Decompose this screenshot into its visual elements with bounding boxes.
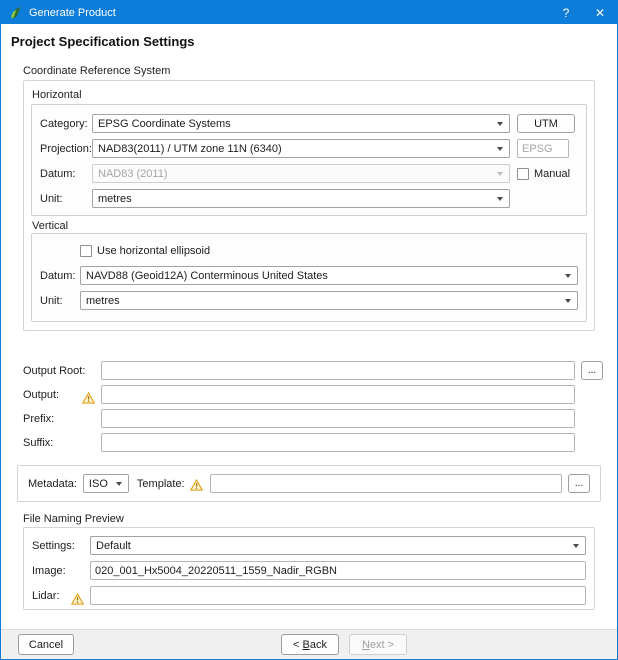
- file-naming-groupbox: Settings: Default Image: Lidar:: [23, 527, 595, 610]
- datum-label: Datum:: [40, 168, 92, 180]
- vertical-unit-row: Unit: metres: [40, 291, 578, 310]
- close-button[interactable]: ✕: [583, 1, 617, 24]
- image-label: Image:: [32, 565, 66, 577]
- warning-icon: [71, 593, 84, 605]
- output-root-browse-button[interactable]: ...: [581, 361, 603, 380]
- horizontal-datum-row: Datum: NAD83 (2011) Manual: [40, 164, 578, 183]
- caret-down-icon: [573, 544, 579, 548]
- epsg-code-input[interactable]: [517, 139, 569, 158]
- horizontal-datum-select: NAD83 (2011): [92, 164, 510, 183]
- vertical-datum-select[interactable]: NAVD88 (Geoid12A) Conterminous United St…: [80, 266, 578, 285]
- horizontal-groupbox: Category: EPSG Coordinate Systems UTM Pr…: [31, 104, 587, 216]
- warning-icon: [190, 479, 203, 491]
- cancel-button[interactable]: Cancel: [18, 634, 74, 655]
- suffix-input[interactable]: [101, 433, 575, 452]
- metadata-label: Metadata:: [28, 478, 77, 490]
- output-root-row: Output Root:: [23, 361, 575, 380]
- crs-section-label: Coordinate Reference System: [23, 65, 170, 77]
- warning-icon: [82, 392, 95, 404]
- horizontal-unit-select[interactable]: metres: [92, 189, 510, 208]
- use-horizontal-ellipsoid-checkbox[interactable]: [80, 245, 92, 257]
- lidar-label: Lidar:: [32, 590, 60, 602]
- caret-down-icon: [565, 299, 571, 303]
- caret-down-icon: [497, 122, 503, 126]
- titlebar: Generate Product ? ✕: [1, 1, 617, 24]
- prefix-row: Prefix:: [23, 409, 575, 428]
- category-select[interactable]: EPSG Coordinate Systems: [92, 114, 510, 133]
- unit-label: Unit:: [40, 193, 92, 205]
- metadata-groupbox: Metadata: ISO Template: ...: [17, 465, 601, 502]
- page-title: Project Specification Settings: [11, 34, 195, 49]
- manual-checkbox-label: Manual: [534, 168, 570, 180]
- vertical-groupbox: Use horizontal ellipsoid Datum: NAVD88 (…: [31, 233, 587, 322]
- use-horizontal-ellipsoid-label: Use horizontal ellipsoid: [97, 245, 210, 257]
- projection-row: Projection: NAD83(2011) / UTM zone 11N (…: [40, 139, 578, 158]
- manual-checkbox[interactable]: [517, 168, 529, 180]
- prefix-label: Prefix:: [23, 413, 54, 425]
- image-name-input[interactable]: [90, 561, 586, 580]
- projection-label: Projection:: [40, 143, 92, 155]
- category-label: Category:: [40, 118, 92, 130]
- back-button[interactable]: < Back: [281, 634, 339, 655]
- template-input[interactable]: [210, 474, 562, 493]
- output-input[interactable]: [101, 385, 575, 404]
- caret-down-icon: [497, 147, 503, 151]
- vertical-datum-row: Datum: NAVD88 (Geoid12A) Conterminous Un…: [40, 266, 578, 285]
- image-row: Image:: [32, 561, 586, 580]
- help-button[interactable]: ?: [549, 1, 583, 24]
- file-naming-section-label: File Naming Preview: [23, 513, 124, 525]
- caret-down-icon: [497, 197, 503, 201]
- caret-down-icon: [116, 482, 122, 486]
- template-browse-button[interactable]: ...: [568, 474, 590, 493]
- settings-row: Settings: Default: [32, 536, 586, 555]
- horizontal-unit-row: Unit: metres: [40, 189, 578, 208]
- settings-label: Settings:: [32, 540, 75, 552]
- caret-down-icon: [565, 274, 571, 278]
- projection-select[interactable]: NAD83(2011) / UTM zone 11N (6340): [92, 139, 510, 158]
- output-root-input[interactable]: [101, 361, 575, 380]
- footer-bar: Cancel < Back Next >: [1, 629, 617, 659]
- prefix-input[interactable]: [101, 409, 575, 428]
- next-button: Next >: [349, 634, 407, 655]
- datum-label: Datum:: [40, 270, 80, 282]
- settings-select[interactable]: Default: [90, 536, 586, 555]
- suffix-row: Suffix:: [23, 433, 575, 452]
- output-label: Output:: [23, 389, 59, 401]
- template-label: Template:: [137, 478, 185, 490]
- window-title: Generate Product: [29, 7, 116, 19]
- suffix-label: Suffix:: [23, 437, 53, 449]
- unit-label: Unit:: [40, 295, 80, 307]
- metadata-type-select[interactable]: ISO: [83, 474, 129, 493]
- use-ellipsoid-row: Use horizontal ellipsoid: [40, 241, 578, 260]
- lidar-name-input[interactable]: [90, 586, 586, 605]
- output-root-label: Output Root:: [23, 365, 85, 377]
- category-row: Category: EPSG Coordinate Systems UTM: [40, 114, 578, 133]
- app-leaf-icon: [8, 5, 23, 20]
- vertical-unit-select[interactable]: metres: [80, 291, 578, 310]
- output-row: Output:: [23, 385, 575, 404]
- generate-product-dialog: Generate Product ? ✕ Project Specificati…: [0, 0, 618, 660]
- crs-groupbox: Horizontal Category: EPSG Coordinate Sys…: [23, 80, 595, 331]
- utm-button[interactable]: UTM: [517, 114, 575, 133]
- lidar-row: Lidar:: [32, 586, 586, 605]
- vertical-group-label: Vertical: [32, 220, 68, 232]
- horizontal-group-label: Horizontal: [32, 89, 82, 101]
- caret-down-icon: [497, 172, 503, 176]
